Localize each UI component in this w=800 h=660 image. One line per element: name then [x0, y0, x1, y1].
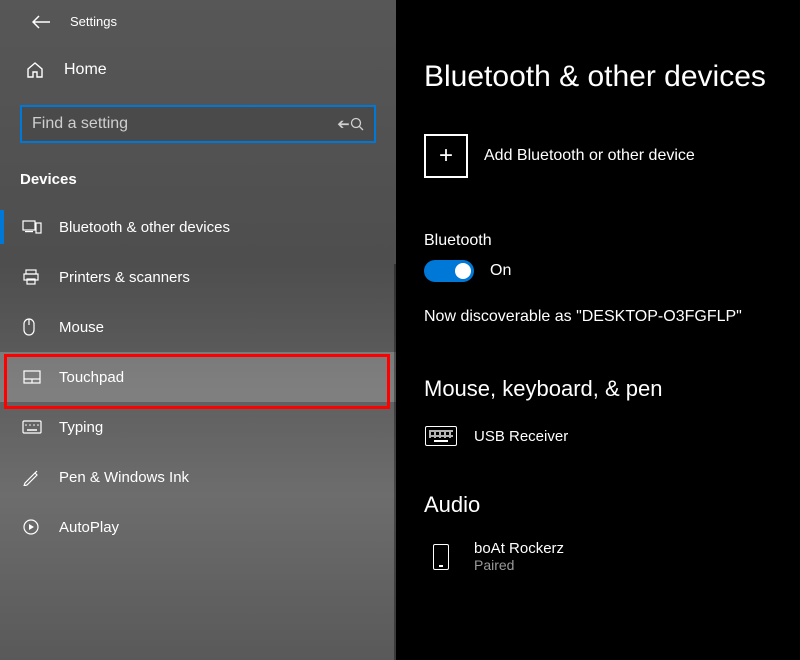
sidebar-item-label: Bluetooth & other devices — [59, 219, 230, 236]
device-row-usb[interactable]: USB Receiver — [424, 420, 800, 474]
sidebar-item-label: Printers & scanners — [59, 269, 190, 286]
sidebar-scrollbar[interactable] — [394, 264, 396, 660]
printer-icon — [22, 268, 42, 286]
home-icon — [26, 61, 46, 79]
discoverable-text: Now discoverable as "DESKTOP-O3FGFLP" — [424, 308, 800, 326]
phone-device-icon — [424, 545, 458, 569]
add-device-button[interactable]: + Add Bluetooth or other device — [424, 134, 800, 178]
nav-list: Bluetooth & other devices Printers & sca… — [0, 202, 396, 552]
sidebar-item-printers[interactable]: Printers & scanners — [0, 252, 396, 302]
device-name: USB Receiver — [474, 428, 568, 445]
pen-icon — [22, 468, 42, 486]
sidebar-item-bluetooth[interactable]: Bluetooth & other devices — [0, 202, 396, 252]
section-title-devices: Devices — [0, 143, 396, 202]
sidebar-item-label: Mouse — [59, 319, 104, 336]
bluetooth-toggle[interactable] — [424, 260, 474, 282]
devices-icon — [22, 219, 42, 235]
back-arrow-icon[interactable] — [32, 15, 50, 29]
mouse-icon — [22, 317, 42, 337]
sidebar-item-autoplay[interactable]: AutoPlay — [0, 502, 396, 552]
autoplay-icon — [22, 518, 42, 536]
plus-icon: + — [424, 134, 468, 178]
sidebar-item-label: AutoPlay — [59, 519, 119, 536]
device-status: Paired — [474, 557, 564, 573]
sidebar-item-typing[interactable]: Typing — [0, 402, 396, 452]
home-nav[interactable]: Home — [0, 39, 396, 97]
search-icon: ➔︎ — [337, 115, 350, 133]
home-label: Home — [64, 61, 107, 79]
sidebar-item-pen[interactable]: Pen & Windows Ink — [0, 452, 396, 502]
search-input[interactable] — [32, 115, 337, 133]
sidebar-item-mouse[interactable]: Mouse — [0, 302, 396, 352]
keyboard-icon — [22, 420, 42, 434]
settings-sidebar: Settings Home ➔︎ Devices Bluetooth & oth… — [0, 0, 396, 660]
page-title: Bluetooth & other devices — [424, 60, 800, 94]
sidebar-item-label: Pen & Windows Ink — [59, 469, 189, 486]
search-field-wrap[interactable]: ➔︎ — [20, 105, 376, 143]
sidebar-item-label: Touchpad — [59, 369, 124, 386]
keyboard-device-icon — [424, 424, 458, 448]
toggle-knob — [455, 263, 471, 279]
add-device-label: Add Bluetooth or other device — [484, 147, 695, 165]
bluetooth-label: Bluetooth — [424, 232, 800, 250]
toggle-state-label: On — [490, 262, 511, 280]
touchpad-icon — [22, 369, 42, 385]
device-name: boAt Rockerz — [474, 540, 564, 557]
settings-header-label: Settings — [70, 14, 117, 29]
audio-heading: Audio — [424, 492, 800, 518]
sidebar-item-touchpad[interactable]: Touchpad — [0, 352, 396, 402]
main-panel: Bluetooth & other devices + Add Bluetoot… — [396, 0, 800, 660]
mkp-heading: Mouse, keyboard, & pen — [424, 376, 800, 402]
device-row-audio[interactable]: boAt Rockerz Paired — [424, 536, 800, 599]
sidebar-item-label: Typing — [59, 419, 103, 436]
magnify-icon — [350, 117, 364, 131]
